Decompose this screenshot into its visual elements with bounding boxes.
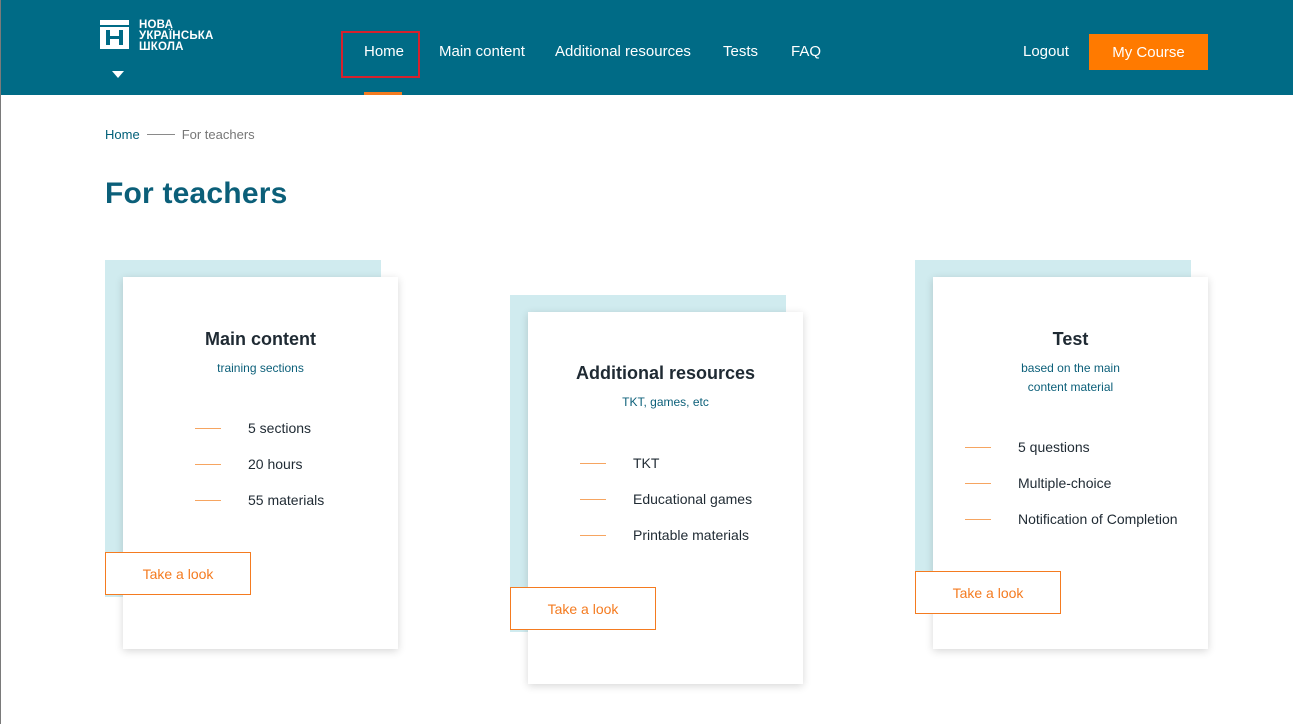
take-a-look-button[interactable]: Take a look — [915, 571, 1061, 614]
breadcrumb-separator — [146, 134, 175, 135]
dash-icon — [580, 462, 606, 464]
nav-faq[interactable]: FAQ — [791, 43, 821, 60]
card-subtitle: TKT, games, etc — [622, 395, 709, 409]
take-a-look-button[interactable]: Take a look — [105, 552, 251, 595]
breadcrumb: Home For teachers — [105, 127, 255, 142]
dash-icon — [580, 534, 606, 536]
dash-icon — [195, 463, 221, 465]
page-title: For teachers — [105, 177, 288, 210]
list-item: Educational games — [580, 491, 752, 507]
nav-active-indicator — [364, 92, 402, 95]
feature-label: 55 materials — [248, 492, 325, 508]
breadcrumb-current: For teachers — [181, 127, 255, 142]
feature-label: Multiple-choice — [1018, 475, 1112, 491]
list-item: Multiple-choice — [965, 475, 1111, 491]
card-subtitle: training sections — [217, 361, 304, 375]
take-a-look-button[interactable]: Take a look — [510, 587, 656, 630]
logo-line-3: ШКОЛА — [139, 41, 184, 53]
nav-additional-resources[interactable]: Additional resources — [555, 43, 691, 60]
list-item: Printable materials — [580, 527, 749, 543]
feature-label: Educational games — [633, 491, 753, 507]
logo-icon — [100, 20, 129, 49]
list-item: Notification of Completion — [965, 511, 1178, 527]
feature-label: 20 hours — [248, 456, 303, 472]
nav-home[interactable]: Home — [364, 43, 404, 60]
card-title: Additional resources — [575, 363, 756, 383]
feature-label: Notification of Completion — [1018, 511, 1178, 527]
feature-label: 5 sections — [248, 420, 312, 436]
dash-icon — [195, 427, 221, 429]
dash-icon — [195, 499, 221, 501]
dash-icon — [580, 498, 606, 500]
logout-link[interactable]: Logout — [1023, 43, 1069, 60]
card-title: Test — [1052, 329, 1089, 349]
chevron-down-icon[interactable] — [112, 66, 124, 84]
logo-text: НОВА УКРАЇНСЬКА ШКОЛА — [139, 19, 214, 53]
dash-icon — [965, 446, 991, 448]
feature-label: Printable materials — [633, 527, 749, 543]
feature-label: TKT — [633, 455, 660, 471]
card-title: Main content — [205, 329, 316, 349]
card-subtitle: based on the main content material — [1021, 361, 1120, 394]
nav-main-content[interactable]: Main content — [439, 43, 525, 60]
nav-tests[interactable]: Tests — [723, 43, 758, 60]
list-item: 5 questions — [965, 439, 1090, 455]
list-item: 20 hours — [195, 456, 302, 472]
logo[interactable]: НОВА УКРАЇНСЬКА ШКОЛА — [100, 19, 214, 53]
list-item: 55 materials — [195, 492, 324, 508]
feature-label: 5 questions — [1018, 439, 1090, 455]
dash-icon — [965, 518, 991, 520]
my-course-button[interactable]: My Course — [1089, 34, 1208, 70]
top-navigation-bar: НОВА УКРАЇНСЬКА ШКОЛА Home Main content … — [1, 0, 1293, 95]
dash-icon — [965, 482, 991, 484]
breadcrumb-home[interactable]: Home — [105, 127, 140, 142]
list-item: TKT — [580, 455, 659, 471]
list-item: 5 sections — [195, 420, 311, 436]
